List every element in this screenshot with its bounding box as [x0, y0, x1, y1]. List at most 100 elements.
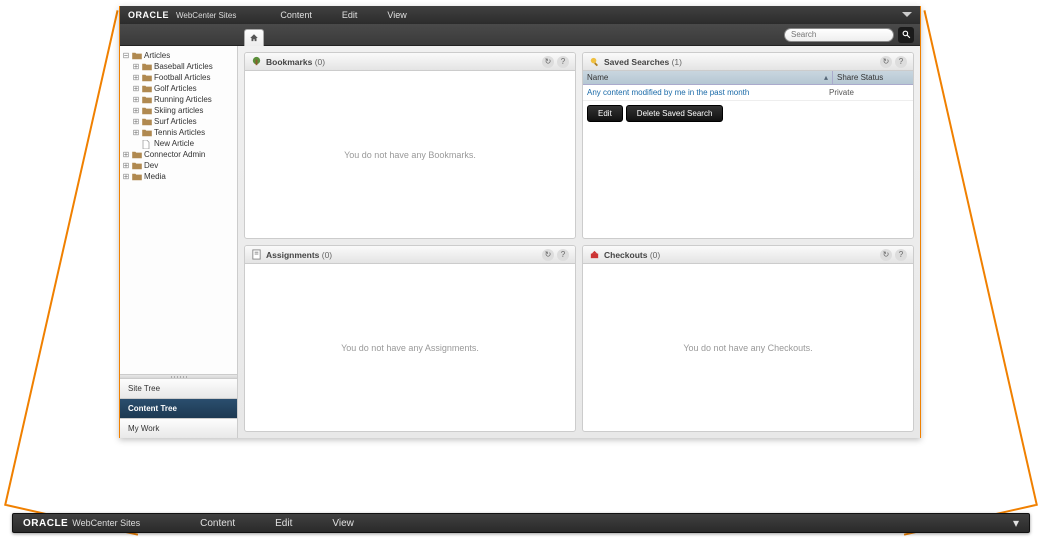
- bookmarks-count: (0): [315, 57, 325, 67]
- saved-searches-table-header: Name ▴ Share Status: [583, 71, 913, 85]
- assignments-header: Assignments (0) ↻ ?: [245, 246, 575, 264]
- tree-item-articles[interactable]: ⊟ Articles: [122, 50, 235, 61]
- folder-icon: [142, 85, 152, 93]
- tree-item-golf-articles[interactable]: ⊞Golf Articles: [122, 83, 235, 94]
- expand-icon[interactable]: ⊞: [122, 173, 130, 181]
- menu-edit[interactable]: Edit: [342, 10, 358, 20]
- tree-item-connector-admin[interactable]: ⊞ Connector Admin: [122, 149, 235, 160]
- folder-icon: [142, 96, 152, 104]
- expand-icon[interactable]: ⊞: [132, 118, 140, 126]
- bookmarks-header: Bookmarks (0) ↻ ?: [245, 53, 575, 71]
- menu-edit[interactable]: Edit: [275, 518, 292, 529]
- tree-item-label: Baseball Articles: [154, 62, 213, 71]
- help-icon[interactable]: ?: [557, 56, 569, 68]
- home-tab[interactable]: [244, 29, 264, 47]
- main-menu: Content Edit View: [280, 10, 406, 20]
- checkouts-header: Checkouts (0) ↻ ?: [583, 246, 913, 264]
- app-window: ORACLE WebCenter Sites Content Edit View…: [119, 6, 921, 438]
- tree-item-football-articles[interactable]: ⊞Football Articles: [122, 72, 235, 83]
- assignments-count: (0): [322, 250, 332, 260]
- refresh-icon[interactable]: ↻: [542, 56, 554, 68]
- tree-item-dev[interactable]: ⊞ Dev: [122, 160, 235, 171]
- main-menu-bottom: Content Edit View: [200, 518, 354, 529]
- bookmark-icon: [251, 56, 262, 67]
- expand-icon[interactable]: ⊞: [132, 85, 140, 93]
- tree-item-label: Connector Admin: [144, 150, 205, 159]
- expand-icon[interactable]: ⊞: [132, 129, 140, 137]
- help-icon[interactable]: ?: [895, 249, 907, 261]
- sidebar-tabs: Site Tree Content Tree My Work: [120, 378, 237, 438]
- tab-my-work[interactable]: My Work: [120, 418, 237, 438]
- col-share-status[interactable]: Share Status: [833, 71, 913, 84]
- help-icon[interactable]: ?: [557, 249, 569, 261]
- expand-icon[interactable]: ⊞: [132, 107, 140, 115]
- tree-item-label: Skiing articles: [154, 106, 203, 115]
- bottombar-dropdown-icon[interactable]: ▾: [1013, 516, 1019, 530]
- tree-item-label: Running Articles: [154, 95, 212, 104]
- tree-item-new-article[interactable]: • New Article: [122, 138, 235, 149]
- document-icon: [142, 140, 152, 148]
- expand-icon[interactable]: ⊞: [122, 162, 130, 170]
- expand-icon[interactable]: ⊞: [132, 63, 140, 71]
- folder-icon: [132, 173, 142, 181]
- sidebar-resize-grip[interactable]: [120, 374, 237, 378]
- bottom-menu-bar: ORACLE WebCenter Sites Content Edit View…: [12, 513, 1030, 533]
- tree-item-surf-articles[interactable]: ⊞ Surf Articles: [122, 116, 235, 127]
- folder-icon: [132, 162, 142, 170]
- search-box[interactable]: ▾: [784, 28, 894, 42]
- tree-item-label: Media: [144, 172, 166, 181]
- refresh-icon[interactable]: ↻: [880, 56, 892, 68]
- expand-icon[interactable]: •: [132, 140, 140, 148]
- edit-button[interactable]: Edit: [587, 105, 623, 122]
- saved-searches-count: (1): [672, 57, 682, 67]
- search-input[interactable]: [791, 30, 901, 39]
- topbar-right-icon[interactable]: [902, 9, 912, 22]
- saved-searches-panel: Saved Searches (1) ↻ ? Name ▴ Share Statu…: [582, 52, 914, 239]
- assignments-title: Assignments: [266, 250, 319, 260]
- tree-item-tennis-articles[interactable]: ⊞ Tennis Articles: [122, 127, 235, 138]
- tree-item-label: Articles: [144, 51, 170, 60]
- menu-view[interactable]: View: [332, 518, 354, 529]
- tab-bar: ▾: [120, 24, 920, 46]
- folder-icon: [142, 129, 152, 137]
- tree-item-label: Surf Articles: [154, 117, 197, 126]
- tree-item-label: Tennis Articles: [154, 128, 205, 137]
- menu-content[interactable]: Content: [280, 10, 312, 20]
- checkout-icon: [589, 249, 600, 260]
- bookmarks-panel: Bookmarks (0) ↻ ? You do not have any Bo…: [244, 52, 576, 239]
- content-tree: ⊟ Articles ⊞ Baseball Articles⊞Football Art…: [120, 46, 237, 374]
- tab-site-tree[interactable]: Site Tree: [120, 378, 237, 398]
- expand-icon[interactable]: ⊞: [132, 96, 140, 104]
- tree-item-running-articles[interactable]: ⊞ Running Articles: [122, 94, 235, 105]
- saved-searches-title: Saved Searches: [604, 57, 669, 67]
- tree-item-baseball-articles[interactable]: ⊞ Baseball Articles: [122, 61, 235, 72]
- tree-item-media[interactable]: ⊞ Media: [122, 171, 235, 182]
- expand-icon[interactable]: ⊟: [122, 52, 130, 60]
- refresh-icon[interactable]: ↻: [542, 249, 554, 261]
- saved-search-icon: [589, 56, 600, 67]
- expand-icon[interactable]: ⊞: [132, 74, 140, 82]
- saved-search-status: Private: [829, 88, 909, 97]
- assignment-icon: [251, 249, 262, 260]
- table-row[interactable]: Any content modified by me in the past m…: [583, 85, 913, 101]
- tree-item-label: New Article: [154, 139, 194, 148]
- checkouts-count: (0): [650, 250, 660, 260]
- brand-logo: ORACLE: [128, 10, 169, 20]
- tree-item-label: Dev: [144, 161, 158, 170]
- tab-content-tree[interactable]: Content Tree: [120, 398, 237, 418]
- assignments-panel: Assignments (0) ↻ ? You do not have any …: [244, 245, 576, 432]
- menu-content[interactable]: Content: [200, 518, 235, 529]
- expand-icon[interactable]: ⊞: [122, 151, 130, 159]
- search-button[interactable]: [898, 27, 914, 43]
- dashboard: Bookmarks (0) ↻ ? You do not have any Bo…: [238, 46, 920, 438]
- saved-search-link[interactable]: Any content modified by me in the past m…: [587, 88, 829, 97]
- sort-icon[interactable]: ▴: [824, 73, 828, 82]
- bookmarks-title: Bookmarks: [266, 57, 312, 67]
- checkouts-panel: Checkouts (0) ↻ ? You do not have any Ch…: [582, 245, 914, 432]
- help-icon[interactable]: ?: [895, 56, 907, 68]
- menu-view[interactable]: View: [387, 10, 406, 20]
- delete-saved-search-button[interactable]: Delete Saved Search: [626, 105, 724, 122]
- col-name[interactable]: Name: [587, 73, 608, 82]
- refresh-icon[interactable]: ↻: [880, 249, 892, 261]
- tree-item-skiing-articles[interactable]: ⊞ Skiing articles: [122, 105, 235, 116]
